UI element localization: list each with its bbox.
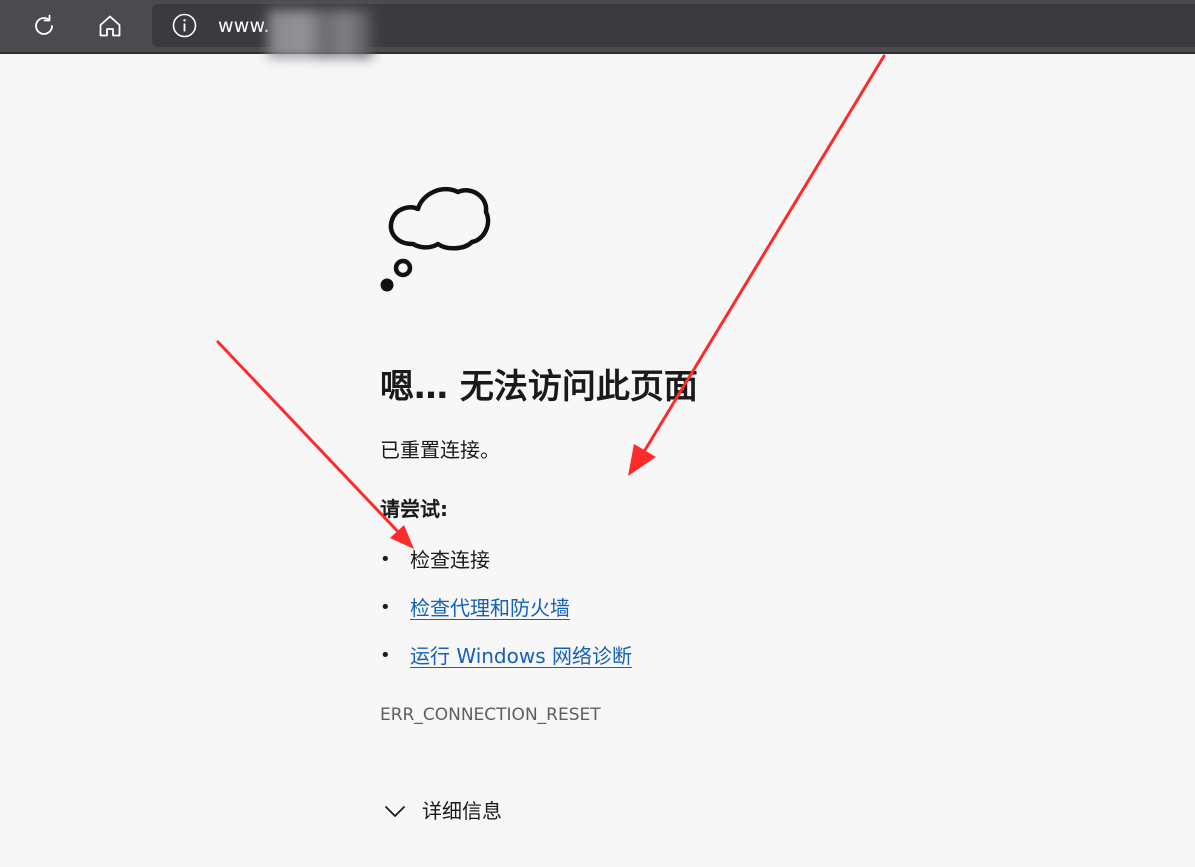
refresh-button[interactable] [24, 7, 64, 45]
browser-toolbar: www. [0, 0, 1195, 58]
redacted-url-blur [268, 10, 372, 58]
bullet: • [380, 645, 391, 666]
check-proxy-firewall-link[interactable]: 检查代理和防火墙 [410, 593, 570, 623]
annotation-arrow-1 [628, 54, 886, 476]
suggestion-text: 检查连接 [410, 548, 490, 572]
error-description: 已重置连接。 [380, 438, 500, 462]
thought-cloud-icon [380, 186, 491, 292]
url-text[interactable]: www. [218, 15, 270, 37]
refresh-icon [35, 14, 53, 35]
home-icon [99, 15, 121, 37]
page-title: 嗯… 无法访问此页面 [380, 367, 698, 407]
address-bar[interactable]: www. [152, 4, 1195, 58]
bullet: • [380, 597, 391, 618]
details-toggle-button[interactable]: 详细信息 [384, 796, 544, 826]
home-button[interactable] [90, 7, 130, 45]
try-heading: 请尝试: [380, 497, 448, 521]
bullet: • [380, 549, 391, 570]
error-code: ERR_CONNECTION_RESET [380, 705, 601, 725]
info-icon[interactable] [172, 13, 197, 38]
run-network-diagnostics-link[interactable]: 运行 Windows 网络诊断 [410, 641, 632, 671]
chevron-down-icon [385, 806, 405, 817]
annotation-arrows [216, 54, 886, 549]
details-label: 详细信息 [422, 799, 502, 823]
